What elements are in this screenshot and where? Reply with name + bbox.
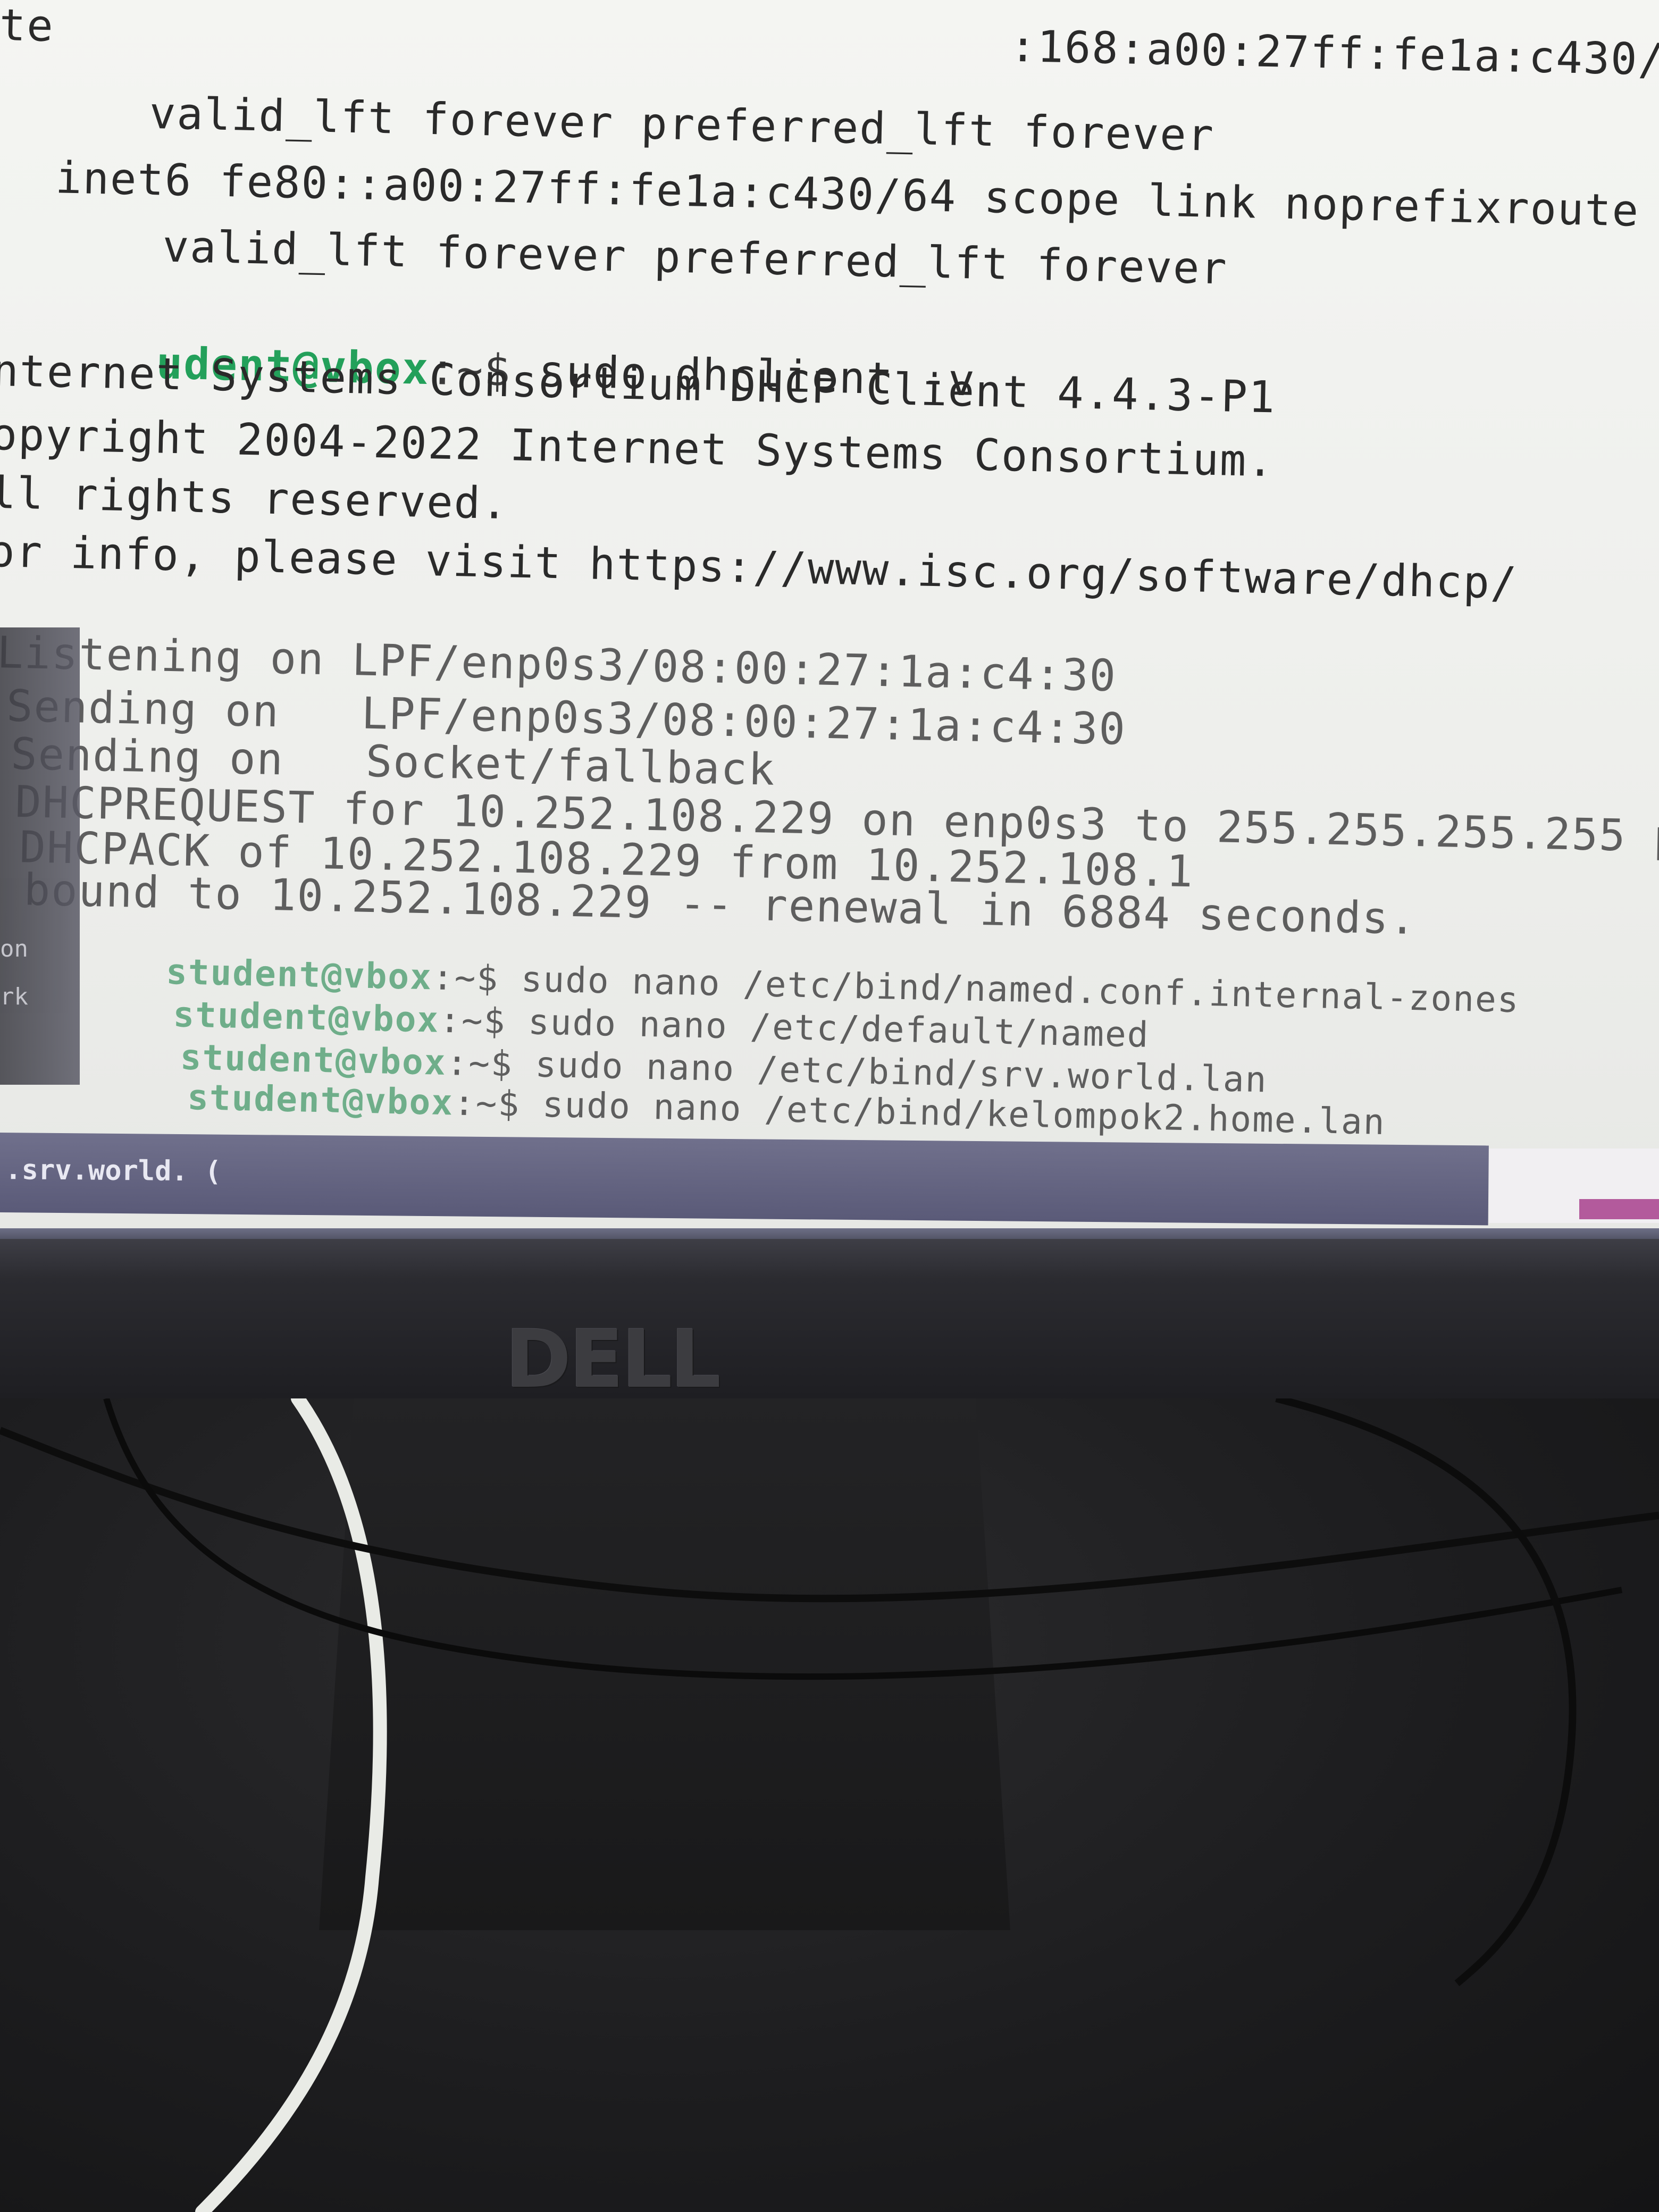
brand-logo: DELL: [505, 1313, 721, 1406]
prompt-separator: :~$: [453, 1082, 543, 1125]
terminal-line: ll rights reserved.: [0, 467, 509, 530]
monitor-bezel: [0, 1239, 1659, 1398]
terminal-line: valid_lft forever preferred_lft forever: [39, 86, 1215, 161]
command-text: sudo nano /etc/bind/kelompok2.home.lan: [542, 1084, 1386, 1143]
terminal-window[interactable]: te :168:a00:27ff:fe1a:c430/64 scope glob…: [0, 0, 1659, 1194]
terminal-line: valid_lft forever preferred_lft forever: [53, 219, 1228, 295]
taskbar[interactable]: .srv.world. (: [0, 1133, 1489, 1226]
taskbar-window-title[interactable]: .srv.world. (: [5, 1154, 222, 1188]
background-window-edge: on rk: [0, 627, 80, 1085]
ghost-label: on rk: [0, 935, 28, 1010]
taskbar-accent: [1579, 1199, 1659, 1219]
terminal-line: te :168:a00:27ff:fe1a:c430/64 scope glob…: [0, 0, 1659, 87]
terminal-line: or info, please visit https://www.isc.or…: [0, 526, 1519, 609]
cables: [0, 1398, 1659, 2212]
monitor-screen: te :168:a00:27ff:fe1a:c430/64 scope glob…: [0, 0, 1659, 1239]
prompt-user-host: student@vbox: [187, 1076, 454, 1124]
